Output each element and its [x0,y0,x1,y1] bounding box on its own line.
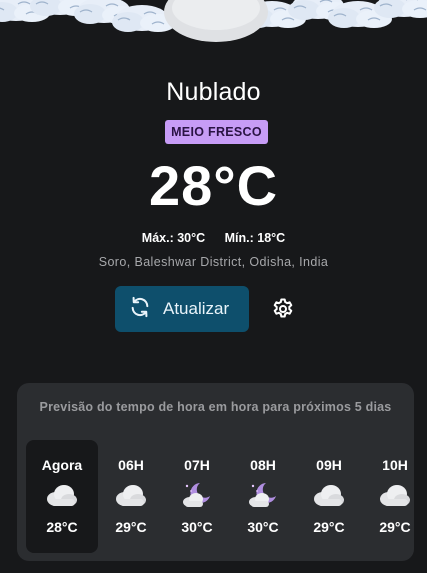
forecast-hour-time: Agora [41,457,83,473]
forecast-hour-temp: 29°C [115,519,147,535]
forecast-hour-07[interactable]: 07H 30°C [161,440,233,553]
cloud-icon [46,481,78,509]
forecast-hour-temp: 29°C [313,519,345,535]
weather-condition: Nublado [166,78,261,106]
min-max-temperature: Máx.: 30°C Mín.: 18°C [0,231,427,245]
forecast-hour-08[interactable]: 08H 30°C [227,440,299,553]
cloud-icon [163,0,269,44]
refresh-button[interactable]: Atualizar [115,286,249,332]
min-temperature: Mín.: 18°C [224,231,286,245]
cloud-icon [379,481,411,509]
refresh-icon [129,296,151,323]
forecast-hour-temp: 30°C [181,519,213,535]
location-label: Soro, Baleshwar District, Odisha, India [98,255,329,269]
hourly-forecast-list[interactable]: Agora 28°C 06H 29°C 07H 30°C 08H 30°C 09… [26,440,414,553]
forecast-hour-06[interactable]: 06H 29°C [95,440,167,553]
forecast-hour-temp: 28°C [46,519,78,535]
forecast-title: Previsão do tempo de hora em hora para p… [39,400,392,414]
forecast-hour-10[interactable]: 10H 29°C [359,440,414,553]
forecast-hour-time: 09H [316,457,342,473]
max-temperature: Máx.: 30°C [141,231,206,245]
cloud-icon [115,481,147,509]
forecast-hour-temp: 30°C [247,519,279,535]
feel-badge: MEIO FRESCO [165,120,268,144]
forecast-hour-time: 06H [118,457,144,473]
cloud-icon [313,481,345,509]
forecast-hour-time: 08H [250,457,276,473]
moon-cloud-icon [247,481,279,509]
forecast-hour-now[interactable]: Agora 28°C [26,440,98,553]
moon-cloud-icon [181,481,213,509]
forecast-hour-time: 07H [184,457,210,473]
forecast-hour-time: 10H [382,457,408,473]
hourly-forecast-card: Previsão do tempo de hora em hora para p… [17,383,414,561]
forecast-hour-09[interactable]: 09H 29°C [293,440,365,553]
current-temperature: 28°C [148,154,279,217]
settings-button[interactable] [271,297,295,321]
forecast-hour-temp: 29°C [379,519,411,535]
gear-icon [271,298,295,325]
refresh-button-label: Atualizar [163,299,230,318]
